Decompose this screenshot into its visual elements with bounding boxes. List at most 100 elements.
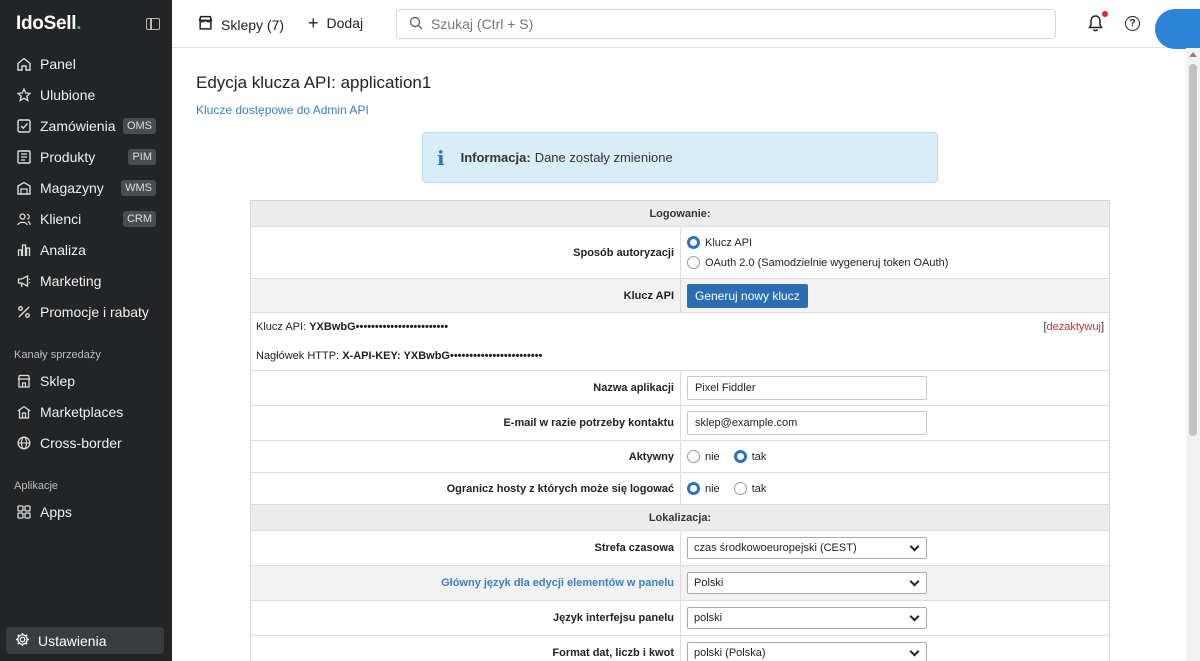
sidebar-item-ulubione[interactable]: Ulubione [0, 79, 172, 110]
active-row: Aktywny nie tak [251, 441, 1109, 473]
auth-method-label: Sposób autoryzacji [251, 227, 681, 278]
info-icon: i [437, 145, 445, 170]
sidebar-item-sklep[interactable]: Sklep [0, 365, 172, 396]
sidebar-item-marketing[interactable]: Marketing [0, 265, 172, 296]
sidebar-section-apps: Aplikacje [14, 480, 59, 492]
info-label: Informacja: [460, 150, 531, 165]
email-label: E-mail w razie potrzeby kontaktu [251, 406, 681, 440]
radio-label: Klucz API [705, 236, 753, 249]
sidebar-item-label: Sklep [40, 372, 76, 389]
sidebar-item-zamowienia[interactable]: Zamówienia OMS [0, 110, 172, 141]
logo-row: IdoSell. [0, 0, 172, 48]
format-select[interactable]: polski (Polska) [687, 642, 927, 661]
apps-icon [16, 504, 32, 520]
auth-method-row: Sposób autoryzacji Klucz API OAuth 2.0 (… [251, 227, 1109, 279]
avatar[interactable] [1155, 9, 1200, 49]
section-header-localization: Lokalizacja: [251, 505, 1109, 531]
generate-key-button[interactable]: Generuj nowy klucz [687, 283, 808, 308]
page-title: Edycja klucza API: application1 [196, 73, 432, 92]
sidebar-item-label: Klienci [40, 210, 82, 227]
notifications-bell-icon[interactable] [1087, 11, 1108, 34]
topbar: Sklepy (7) + Dodaj ? [172, 0, 1200, 49]
api-key-label: Klucz API [251, 279, 681, 312]
sidebar-item-ustawienia[interactable]: Ustawienia [6, 627, 164, 654]
limit-yes-option[interactable]: tak [733, 482, 766, 495]
users-icon [16, 211, 32, 227]
store-icon [16, 373, 32, 389]
sidebar: IdoSell. Panel Ulubione Zamówienia OMS P… [0, 0, 172, 661]
limit-hosts-label: Ogranicz hosty z których może się logowa… [251, 473, 681, 504]
limit-hosts-row: Ogranicz hosty z których może się logowa… [251, 473, 1109, 505]
sidebar-item-promocje[interactable]: Promocje i rabaty [0, 296, 172, 327]
sidebar-item-klienci[interactable]: Klienci CRM [0, 203, 172, 234]
main-language-row: Główny język dla edycji elementów w pane… [251, 566, 1109, 601]
add-button[interactable]: + Dodaj [308, 13, 363, 33]
scroll-thumb[interactable] [1189, 64, 1197, 436]
sidebar-item-analiza[interactable]: Analiza [0, 234, 172, 265]
api-key-form: Logowanie: Sposób autoryzacji Klucz API … [250, 200, 1110, 661]
sidebar-item-apps[interactable]: Apps [0, 496, 172, 527]
shops-button[interactable]: Sklepy (7) [198, 15, 284, 34]
sidebar-main-nav: Panel Ulubione Zamówienia OMS Produkty P… [0, 48, 172, 327]
format-label: Format dat, liczb i kwot [251, 636, 681, 661]
radio-button[interactable] [733, 482, 747, 495]
radio-button[interactable] [687, 450, 700, 463]
sidebar-item-label: Apps [40, 503, 72, 520]
deactivate-link[interactable]: [dezaktywuj] [1043, 321, 1104, 333]
module-badge: WMS [121, 179, 156, 196]
active-no-option[interactable]: nie [687, 450, 720, 463]
email-row: E-mail w razie potrzeby kontaktu sklep@e… [251, 406, 1109, 441]
sidebar-item-label: Zamówienia [40, 117, 116, 134]
api-key-value: YXBwbG•••••••••••••••••••••••• [309, 321, 449, 333]
radio-button[interactable] [687, 482, 700, 495]
radio-label: OAuth 2.0 (Samodzielnie wygeneruj token … [705, 256, 949, 269]
radio-button[interactable] [687, 256, 700, 269]
scrollbar[interactable] [1186, 48, 1200, 661]
checkbox-icon [16, 118, 32, 134]
shops-label: Sklepy (7) [221, 16, 285, 33]
radio-button[interactable] [687, 236, 700, 249]
active-label: Aktywny [251, 441, 681, 472]
sidebar-section-sales: Kanały sprzedaży [14, 349, 101, 361]
sidebar-item-magazyny[interactable]: Magazyny WMS [0, 172, 172, 203]
sidebar-item-panel[interactable]: Panel [0, 48, 172, 79]
star-icon [16, 87, 32, 103]
http-header-line: Nagłówek HTTP: X-API-KEY: YXBwbG••••••••… [256, 350, 543, 362]
chevron-down-icon [909, 541, 920, 551]
search-box[interactable] [396, 9, 1056, 39]
chevron-down-icon [909, 576, 920, 586]
scroll-up-arrow-icon[interactable] [1189, 52, 1197, 57]
timezone-row: Strefa czasowa czas środkowoeuropejski (… [251, 531, 1109, 566]
ui-language-select[interactable]: polski [687, 607, 927, 629]
module-badge: CRM [122, 210, 156, 227]
radio-button[interactable] [733, 450, 747, 463]
timezone-select[interactable]: czas środkowoeuropejski (CEST) [687, 537, 927, 559]
sidebar-item-cross-border[interactable]: Cross-border [0, 427, 172, 458]
admin-api-keys-link[interactable]: Klucze dostępowe do Admin API [196, 103, 369, 117]
main-language-label[interactable]: Główny język dla edycji elementów w pane… [251, 566, 681, 600]
main-language-select[interactable]: Polski [687, 572, 927, 594]
sidebar-item-produkty[interactable]: Produkty PIM [0, 141, 172, 172]
marketplace-icon [16, 404, 32, 420]
ui-language-row: Język interfejsu panelu polski [251, 601, 1109, 636]
plus-icon: + [308, 13, 319, 33]
auth-option-oauth[interactable]: OAuth 2.0 (Samodzielnie wygeneruj token … [687, 256, 948, 269]
sidebar-apps-nav: Apps [0, 496, 172, 527]
limit-no-option[interactable]: nie [687, 482, 720, 495]
email-input[interactable]: sklep@example.com [687, 411, 927, 435]
auth-option-api-key[interactable]: Klucz API [687, 236, 948, 249]
main-content: Edycja klucza API: application1 Klucze d… [172, 48, 1186, 661]
timezone-label: Strefa czasowa [251, 531, 681, 565]
help-icon[interactable]: ? [1125, 16, 1140, 31]
sidebar-collapse-icon[interactable] [146, 18, 160, 30]
logo[interactable]: IdoSell. [16, 13, 81, 35]
sidebar-item-marketplaces[interactable]: Marketplaces [0, 396, 172, 427]
sidebar-item-label: Marketing [40, 272, 102, 289]
sidebar-item-label: Magazyny [40, 179, 104, 196]
globe-icon [16, 435, 32, 451]
active-yes-option[interactable]: tak [733, 450, 766, 463]
module-badge: OMS [122, 117, 156, 134]
app-name-input[interactable]: Pixel Fiddler [687, 376, 927, 400]
search-input[interactable] [431, 16, 1031, 32]
chart-icon [16, 242, 32, 258]
